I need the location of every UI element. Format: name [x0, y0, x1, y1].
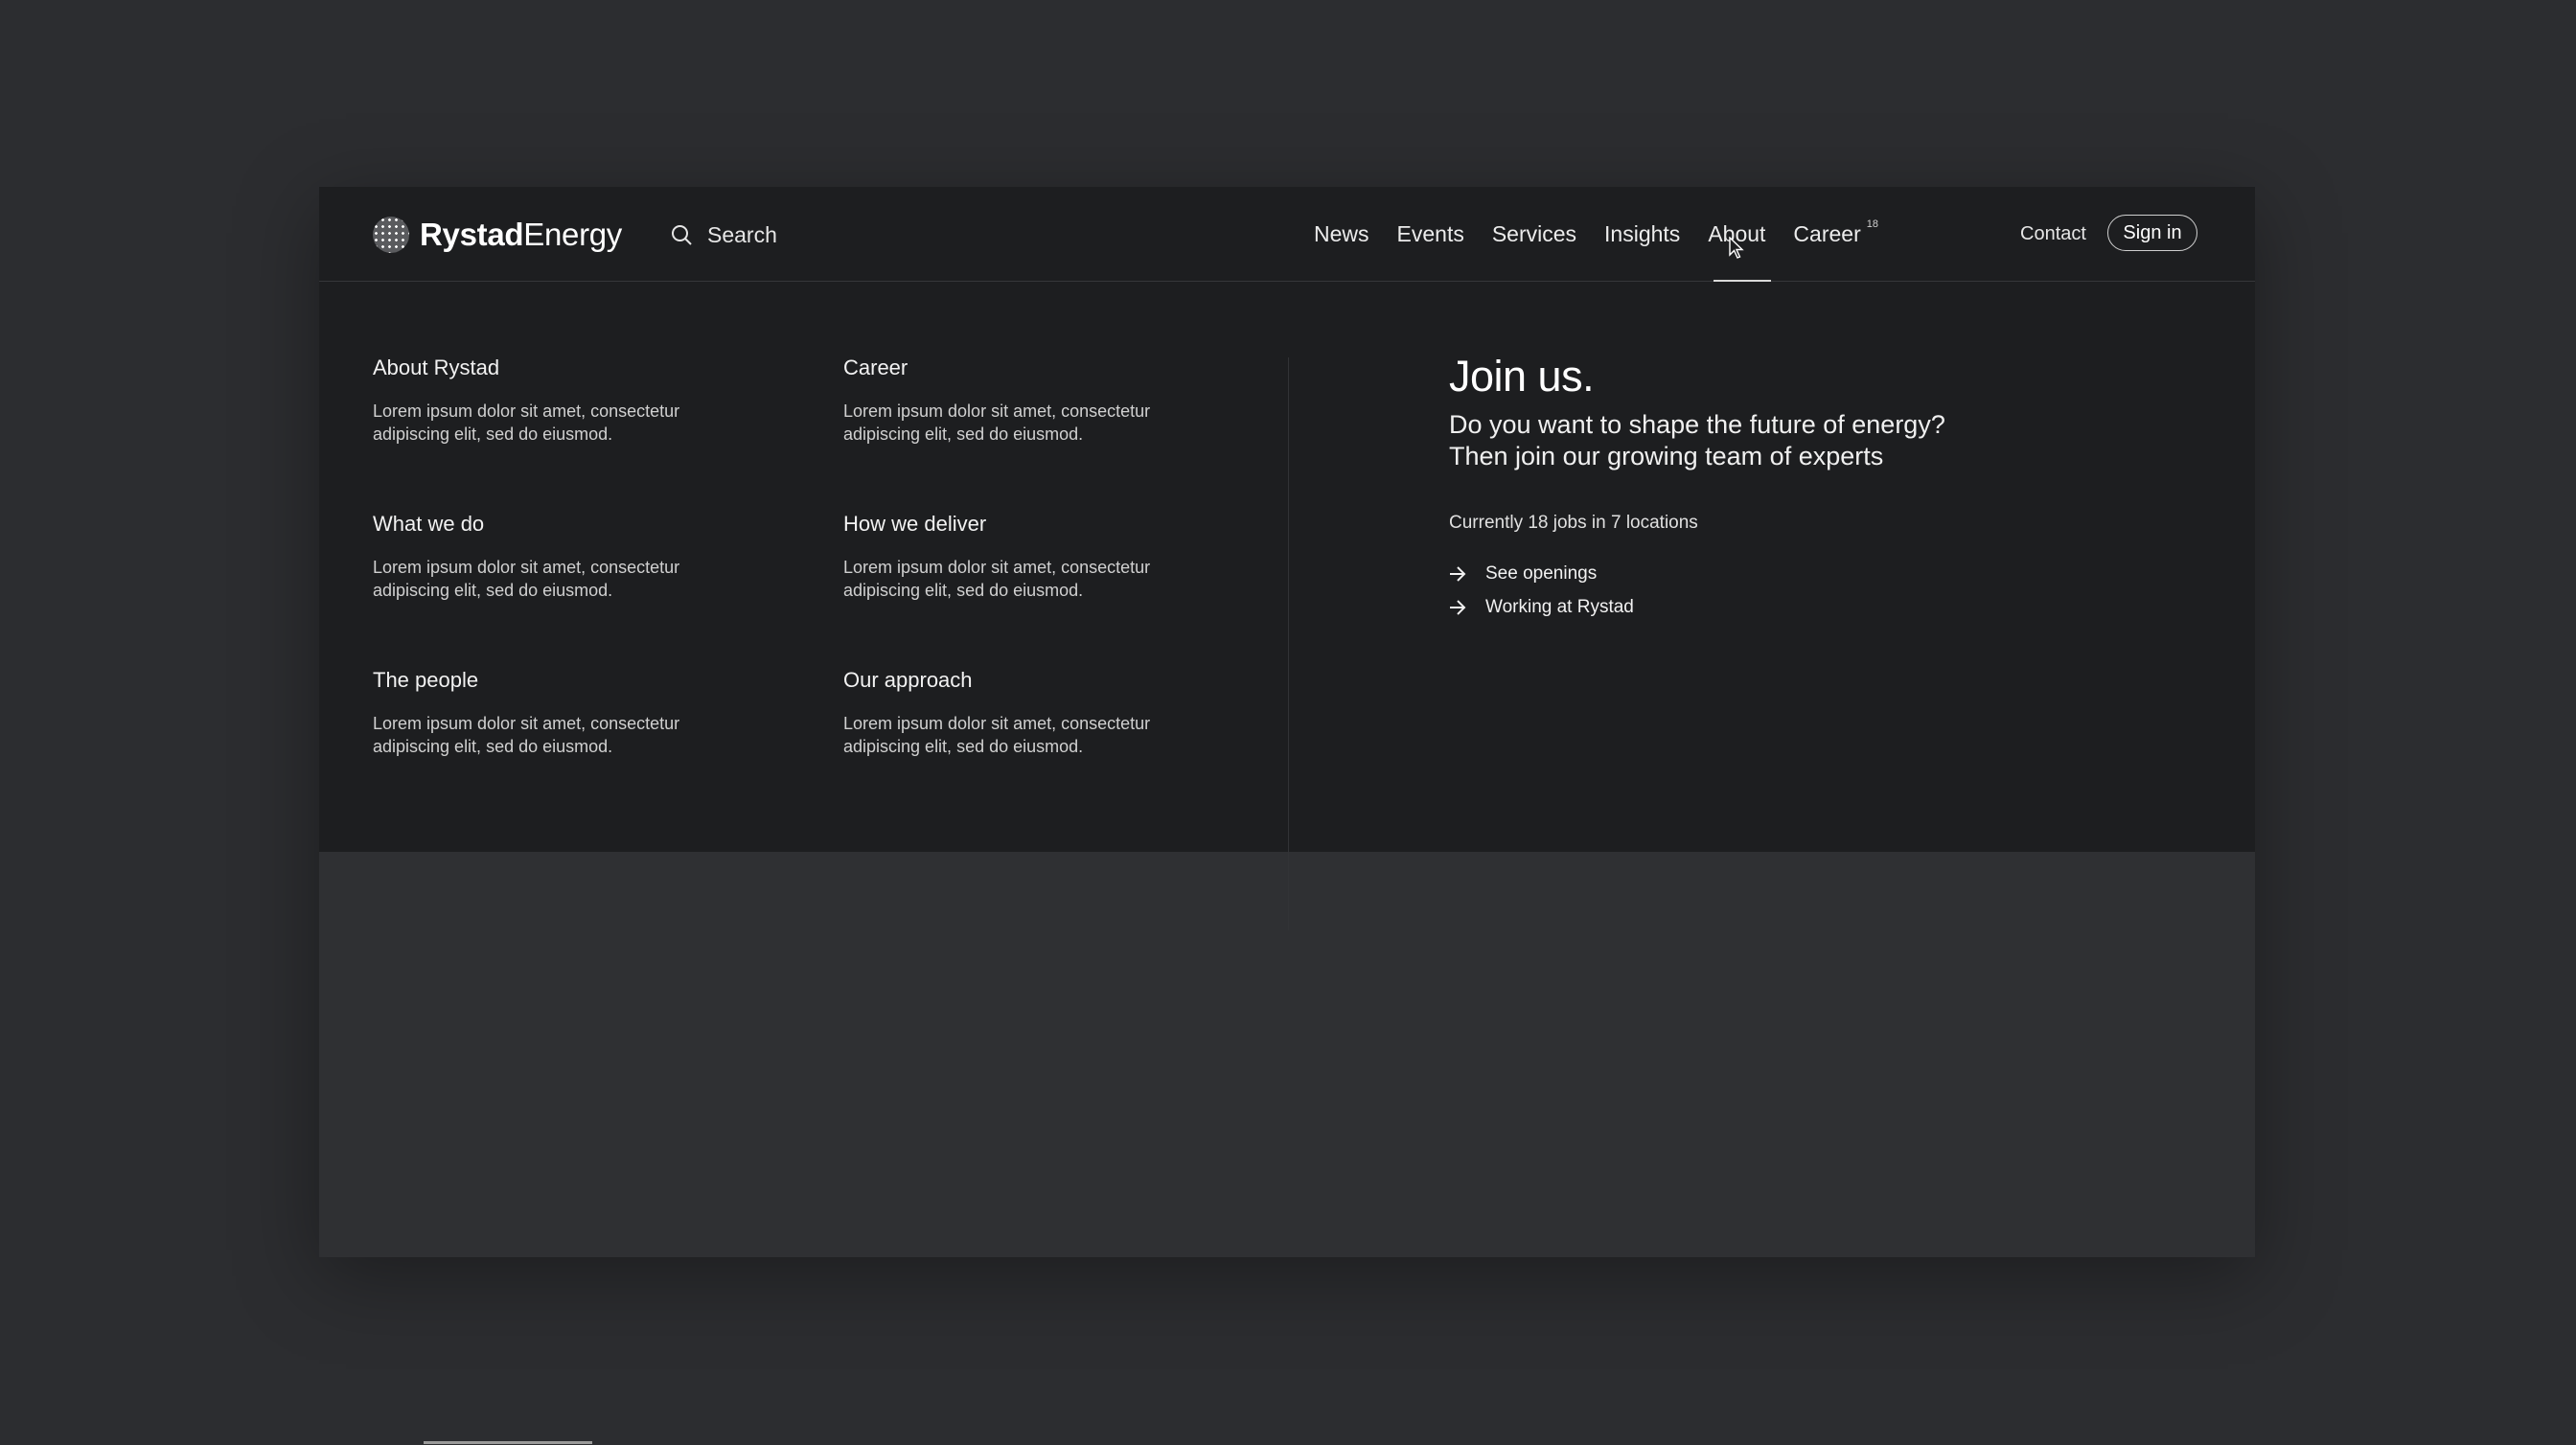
join-subtitle: Do you want to shape the future of energ…	[1449, 409, 2120, 472]
see-openings-label: See openings	[1485, 562, 1598, 584]
nav-label-events: Events	[1396, 220, 1464, 246]
logo-wordmark: RystadEnergy	[420, 217, 622, 253]
menu-item-title: What we do	[373, 512, 485, 536]
main-nav: News Events Services Insights About Care…	[1314, 187, 1906, 282]
logo-globe-icon	[373, 217, 409, 253]
join-subtitle-line-2: Then join our growing team of experts	[1449, 442, 1884, 470]
menu-item-desc: Lorem ipsum dolor sit amet, consectetur …	[843, 401, 1151, 444]
nav-label-services: Services	[1491, 220, 1577, 246]
menu-item-desc: Lorem ipsum dolor sit amet, consectetur …	[373, 558, 680, 600]
menu-item-desc: Lorem ipsum dolor sit amet, consectetur …	[373, 401, 680, 444]
nav-label-insights: Insights	[1604, 220, 1681, 246]
join-us-panel: Join us. Do you want to shape the future…	[1449, 352, 2120, 624]
working-at-rystad-label: Working at Rystad	[1485, 596, 1634, 617]
menu-item-title: Career	[843, 356, 908, 379]
site-header: RystadEnergy Search News Events Services…	[319, 187, 2255, 282]
menu-item-title: The people	[373, 668, 479, 692]
career-count-badge: 18	[1866, 218, 1878, 230]
sign-in-button[interactable]: Sign in	[2107, 215, 2197, 251]
logo-light-text: Energy	[523, 217, 623, 252]
nav-item-about[interactable]: About	[1708, 187, 1772, 282]
menu-item-career[interactable]: Career Lorem ipsum dolor sit amet, conse…	[843, 356, 1227, 446]
arrow-right-icon	[1450, 565, 1466, 582]
logo-bold-text: Rystad	[420, 217, 524, 252]
nav-item-insights[interactable]: Insights	[1604, 187, 1680, 281]
search-icon	[672, 225, 692, 245]
menu-item-what-we-do[interactable]: What we do Lorem ipsum dolor sit amet, c…	[373, 512, 756, 602]
menu-column-divider	[1288, 357, 1289, 930]
menu-item-the-people[interactable]: The people Lorem ipsum dolor sit amet, c…	[373, 668, 756, 758]
join-title: Join us.	[1449, 352, 1595, 401]
rystad-energy-logo[interactable]: RystadEnergy	[373, 217, 622, 253]
contact-link[interactable]: Contact	[2020, 218, 2086, 249]
menu-item-about-rystad[interactable]: About Rystad Lorem ipsum dolor sit amet,…	[373, 356, 756, 446]
menu-item-how-we-deliver[interactable]: How we deliver Lorem ipsum dolor sit ame…	[843, 512, 1227, 602]
working-at-rystad-link[interactable]: Working at Rystad	[1449, 590, 2120, 624]
arrow-right-icon	[1450, 599, 1466, 615]
browser-frame: RystadEnergy Search News Events Services…	[319, 187, 2255, 1257]
nav-item-news[interactable]: News	[1314, 187, 1369, 281]
nav-label-news: News	[1314, 220, 1369, 246]
join-subtitle-line-1: Do you want to shape the future of energ…	[1449, 410, 1945, 439]
menu-item-title: Our approach	[843, 668, 973, 692]
jobs-count-text: Currently 18 jobs in 7 locations	[1449, 513, 1698, 533]
menu-item-desc: Lorem ipsum dolor sit amet, consectetur …	[373, 714, 680, 756]
nav-label-career: Career	[1793, 220, 1861, 246]
menu-item-our-approach[interactable]: Our approach Lorem ipsum dolor sit amet,…	[843, 668, 1227, 758]
nav-item-career[interactable]: Career 18	[1793, 187, 1878, 281]
menu-item-desc: Lorem ipsum dolor sit amet, consectetur …	[843, 558, 1151, 600]
nav-label-about: About	[1708, 220, 1766, 246]
join-links: See openings Working at Rystad	[1449, 557, 2120, 624]
about-mega-menu: RystadEnergy Search News Events Services…	[319, 187, 2255, 930]
nav-item-events[interactable]: Events	[1397, 187, 1464, 281]
menu-item-title: About Rystad	[373, 356, 500, 379]
search-label: Search	[707, 221, 777, 247]
see-openings-link[interactable]: See openings	[1449, 557, 2120, 590]
search-button[interactable]: Search	[670, 217, 777, 253]
menu-item-desc: Lorem ipsum dolor sit amet, consectetur …	[843, 714, 1151, 756]
menu-item-title: How we deliver	[843, 512, 987, 536]
nav-item-services[interactable]: Services	[1492, 187, 1576, 281]
scroll-indicator	[424, 1441, 592, 1444]
